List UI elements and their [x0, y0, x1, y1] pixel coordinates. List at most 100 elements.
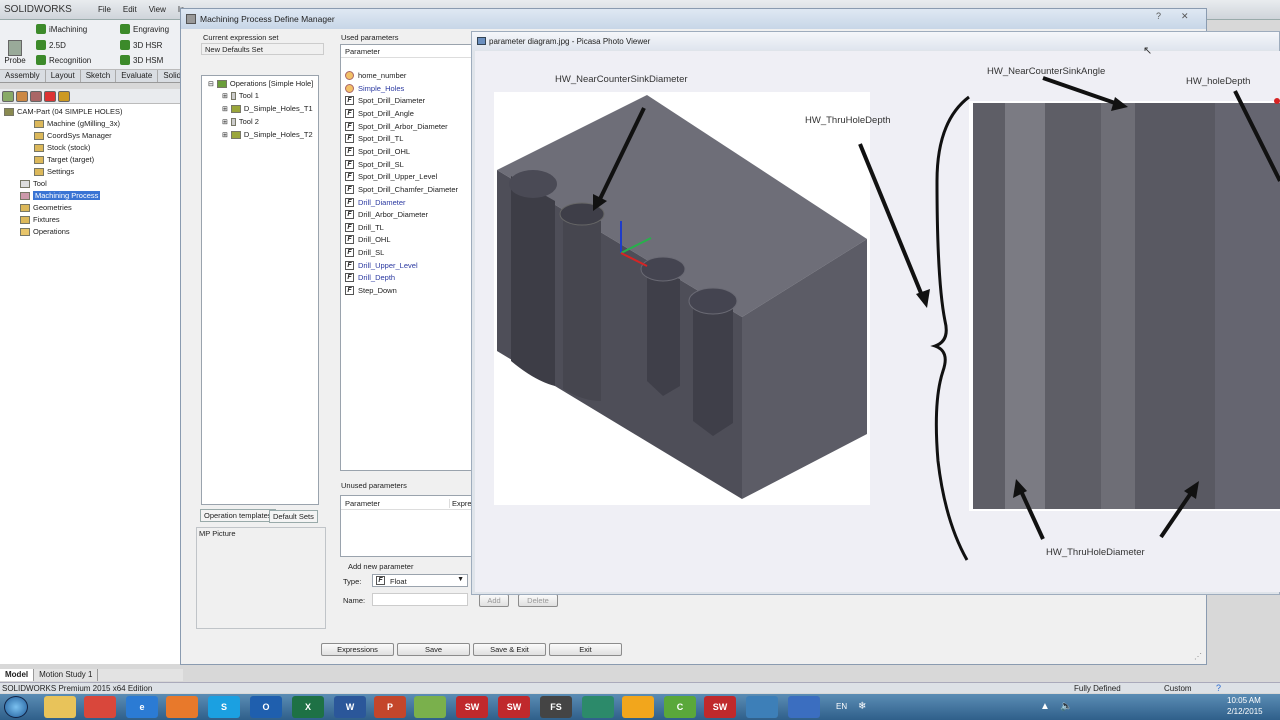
- outlook-icon[interactable]: O: [250, 696, 282, 718]
- type-select[interactable]: F Float ▼: [372, 574, 468, 587]
- delete-button[interactable]: Delete: [518, 594, 558, 607]
- solidworks2015-icon[interactable]: SW: [498, 696, 530, 718]
- chrome2-icon[interactable]: [414, 696, 446, 718]
- skype-icon[interactable]: S: [208, 696, 240, 718]
- tree-geometries[interactable]: Geometries: [20, 203, 72, 212]
- op-tree-holes-t1[interactable]: ⊞ D_Simple_Holes_T1: [222, 104, 313, 113]
- expression-set-field[interactable]: New Defaults Set: [201, 43, 324, 55]
- parameter-row[interactable]: F Spot_Drill_TL: [345, 134, 403, 144]
- feature-manager-icon[interactable]: [2, 91, 14, 102]
- tree-coordsys[interactable]: CoordSys Manager: [34, 131, 112, 140]
- menu-view[interactable]: View: [149, 5, 166, 14]
- exit-button[interactable]: Exit: [549, 643, 622, 656]
- tab-layout[interactable]: Layout: [46, 70, 81, 82]
- solidworks2015b-icon[interactable]: SW: [704, 696, 736, 718]
- help-icon[interactable]: ?: [1156, 11, 1161, 21]
- config-manager-icon[interactable]: [30, 91, 42, 102]
- language-indicator[interactable]: EN: [836, 702, 847, 711]
- tree-stock[interactable]: Stock (stock): [34, 143, 90, 152]
- expressions-button[interactable]: Expressions: [321, 643, 394, 656]
- ie-icon[interactable]: e: [126, 696, 158, 718]
- name-input[interactable]: [372, 593, 468, 606]
- clock-time[interactable]: 10:05 AM: [1227, 696, 1261, 705]
- tray-network-icon[interactable]: ▲: [1040, 701, 1050, 712]
- parameter-row[interactable]: F Spot_Drill_SL: [345, 159, 404, 169]
- op-tree-holes-t2[interactable]: ⊞ D_Simple_Holes_T2: [222, 130, 313, 139]
- parameter-row[interactable]: F Drill_Depth: [345, 273, 395, 283]
- status-units[interactable]: Custom: [1164, 684, 1192, 693]
- settings-icon: [34, 167, 44, 176]
- parameter-row[interactable]: home_number: [345, 71, 406, 80]
- imachining-button[interactable]: iMachining: [36, 24, 87, 34]
- clock-date[interactable]: 2/12/2015: [1227, 707, 1263, 716]
- solidworks-icon[interactable]: SW: [456, 696, 488, 718]
- app-icon[interactable]: [582, 696, 614, 718]
- tree-tool[interactable]: Tool: [20, 179, 47, 188]
- picasa-icon[interactable]: [746, 696, 778, 718]
- tab-assembly[interactable]: Assembly: [0, 70, 46, 82]
- parameter-row[interactable]: F Spot_Drill_Arbor_Diameter: [345, 121, 448, 131]
- recognition-button[interactable]: Recognition: [36, 55, 91, 65]
- op-tree-root[interactable]: ⊟ Operations [Simple Hole]: [208, 79, 313, 88]
- tray-snowflake-icon[interactable]: ❄: [858, 701, 866, 712]
- op-tree-tool-2[interactable]: ⊞ Tool 2: [222, 117, 259, 126]
- add-button[interactable]: Add: [479, 594, 509, 607]
- parameter-row[interactable]: Simple_Holes: [345, 83, 404, 93]
- engraving-button[interactable]: Engraving: [120, 24, 169, 34]
- firefox-icon[interactable]: [166, 696, 198, 718]
- tab-operation-templates[interactable]: Operation templates: [200, 509, 276, 522]
- parameter-row[interactable]: F Drill_Arbor_Diameter: [345, 210, 428, 220]
- save-and-exit-button[interactable]: Save & Exit: [473, 643, 546, 656]
- tree-cam-part[interactable]: CAM-Part (04 SIMPLE HOLES): [4, 107, 122, 116]
- folder-icon[interactable]: [44, 696, 76, 718]
- probe-button[interactable]: Probe: [4, 40, 26, 65]
- property-manager-icon[interactable]: [16, 91, 28, 102]
- flower-icon[interactable]: [622, 696, 654, 718]
- cam-manager-icon[interactable]: [44, 91, 56, 102]
- tree-machining-process[interactable]: Machining Process: [20, 191, 101, 200]
- tree-label: Settings: [47, 167, 75, 176]
- parameter-row[interactable]: F Spot_Drill_OHL: [345, 146, 410, 156]
- menu-edit[interactable]: Edit: [123, 5, 137, 14]
- start-button-icon[interactable]: [4, 696, 28, 718]
- parameter-row[interactable]: F Drill_Diameter: [345, 197, 406, 207]
- tab-sketch[interactable]: Sketch: [81, 70, 117, 82]
- tree-machine[interactable]: Machine (gMilling_3x): [34, 119, 120, 128]
- menu-file[interactable]: File: [98, 5, 111, 14]
- tab-default-sets[interactable]: Default Sets: [269, 510, 318, 523]
- op-tree-tool-1[interactable]: ⊞ Tool 1: [222, 91, 259, 100]
- tab-evaluate[interactable]: Evaluate: [116, 70, 159, 82]
- parameter-row[interactable]: F Drill_TL: [345, 222, 384, 232]
- parameter-row[interactable]: F Drill_OHL: [345, 235, 391, 245]
- close-icon[interactable]: ✕: [1181, 11, 1189, 22]
- tree-fixtures[interactable]: Fixtures: [20, 215, 60, 224]
- tab-model[interactable]: Model: [0, 669, 35, 681]
- tree-operations[interactable]: Operations: [20, 227, 70, 236]
- parameter-row[interactable]: F Drill_SL: [345, 248, 384, 258]
- chrome-icon[interactable]: [84, 696, 116, 718]
- resize-grip-icon[interactable]: ⋰: [1194, 652, 1202, 661]
- word-icon[interactable]: W: [334, 696, 366, 718]
- snowflake-icon[interactable]: [788, 696, 820, 718]
- hole-4: [693, 298, 733, 436]
- tab-motion-study[interactable]: Motion Study 1: [34, 669, 99, 681]
- 3d-hsm-button[interactable]: 3D HSM: [120, 55, 163, 65]
- tray-volume-icon[interactable]: 🔈: [1060, 701, 1072, 712]
- parameter-row[interactable]: F Spot_Drill_Diameter: [345, 96, 425, 106]
- save-button[interactable]: Save: [397, 643, 470, 656]
- parameter-row[interactable]: F Drill_Upper_Level: [345, 260, 418, 270]
- solidcam-icon[interactable]: [58, 91, 70, 102]
- tree-settings[interactable]: Settings: [34, 167, 74, 176]
- tree-target[interactable]: Target (target): [34, 155, 94, 164]
- 2-5d-button[interactable]: 2.5D: [36, 40, 66, 50]
- parameter-row[interactable]: F Spot_Drill_Angle: [345, 108, 414, 118]
- excel-icon[interactable]: X: [292, 696, 324, 718]
- parameter-row[interactable]: F Spot_Drill_Upper_Level: [345, 172, 437, 182]
- fs-icon[interactable]: FS: [540, 696, 572, 718]
- parameter-row[interactable]: F Spot_Drill_Chamfer_Diameter: [345, 184, 458, 194]
- powerpoint-icon[interactable]: P: [374, 696, 406, 718]
- help-icon[interactable]: ?: [1216, 683, 1221, 693]
- camtasia-icon[interactable]: C: [664, 696, 696, 718]
- 3d-hsr-button[interactable]: 3D HSR: [120, 40, 162, 50]
- parameter-row[interactable]: F Step_Down: [345, 286, 397, 296]
